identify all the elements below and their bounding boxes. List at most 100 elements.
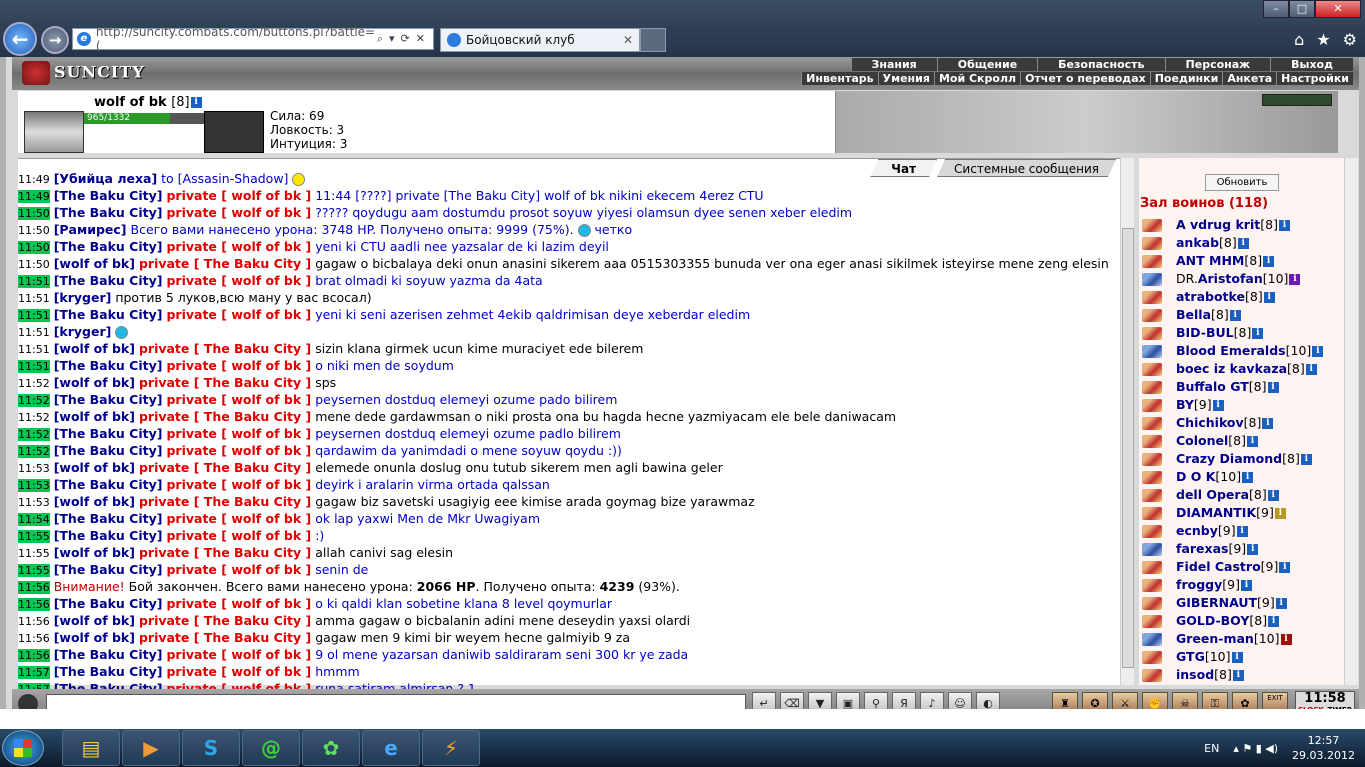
forward-button[interactable]: → [41, 26, 69, 54]
info-icon[interactable]: i [1247, 544, 1259, 555]
menu-personazh[interactable]: Персонаж [1164, 58, 1271, 71]
avatar[interactable] [24, 111, 84, 153]
info-icon[interactable]: i [1305, 364, 1317, 375]
private-target[interactable]: private [ wolf of bk ] [166, 188, 311, 203]
private-target[interactable]: private [ The Baku City ] [139, 494, 311, 509]
user-name[interactable]: Aristofan [1198, 271, 1263, 286]
tray-icons[interactable]: ▴ ⚑ ▮ ◀) [1233, 742, 1278, 755]
private-target[interactable]: private [ The Baku City ] [139, 630, 311, 645]
message-user[interactable]: [wolf of bk] [54, 256, 135, 271]
private-target[interactable]: private [ wolf of bk ] [166, 205, 311, 220]
message-user[interactable]: [wolf of bk] [54, 460, 135, 475]
private-target[interactable]: private [ wolf of bk ] [166, 307, 311, 322]
message-user[interactable]: [The Baku City] [54, 562, 163, 577]
user-name[interactable]: ankab [1176, 235, 1219, 250]
address-bar[interactable]: e http://suncity.combats.com/buttons.pl?… [72, 25, 434, 53]
user-name[interactable]: GTG [1176, 649, 1205, 664]
user-name[interactable]: boec iz kavkaza [1176, 361, 1287, 376]
info-icon[interactable]: i [1240, 580, 1252, 591]
message-user[interactable]: [The Baku City] [54, 511, 163, 526]
message-user[interactable]: [The Baku City] [54, 528, 163, 543]
message-user[interactable]: [kryger] [54, 324, 112, 339]
message-user[interactable]: [The Baku City] [54, 443, 163, 458]
user-name[interactable]: Colonel [1176, 433, 1228, 448]
private-target[interactable]: private [ wolf of bk ] [166, 664, 311, 679]
message-user[interactable]: [kryger] [54, 290, 112, 305]
info-icon[interactable]: i [1280, 634, 1292, 645]
private-target[interactable]: private [ wolf of bk ] [166, 477, 311, 492]
private-target[interactable]: private [ wolf of bk ] [166, 239, 311, 254]
back-button[interactable]: ← [3, 22, 37, 56]
message-user[interactable]: [The Baku City] [54, 477, 163, 492]
user-name[interactable]: GOLD-BOY [1176, 613, 1249, 628]
submenu-otchet[interactable]: Отчет о переводах [1020, 72, 1150, 85]
internet-explorer-icon[interactable]: e [362, 730, 420, 766]
user-name[interactable]: dell Opera [1176, 487, 1249, 502]
message-user[interactable]: [Рамирес] [54, 222, 127, 237]
submenu-inventar[interactable]: Инвентарь [801, 72, 877, 85]
message-user[interactable]: [Убийца леха] [54, 171, 158, 186]
user-name[interactable]: farexas [1176, 541, 1228, 556]
message-user[interactable]: [The Baku City] [54, 307, 163, 322]
user-name[interactable]: BID-BUL [1176, 325, 1234, 340]
private-target[interactable]: private [ wolf of bk ] [166, 358, 311, 373]
info-icon[interactable]: i [1268, 616, 1280, 627]
user-name[interactable]: ANT MHM [1176, 253, 1244, 268]
tools-gear-icon[interactable]: ⚙ [1343, 30, 1357, 49]
mail-agent-icon[interactable]: @ [242, 730, 300, 766]
info-icon[interactable]: i [1267, 490, 1279, 501]
message-user[interactable]: [The Baku City] [54, 426, 163, 441]
submenu-moy-skroll[interactable]: Мой Скролл [933, 72, 1020, 85]
message-user[interactable]: [The Baku City] [54, 647, 163, 662]
user-name[interactable]: froggy [1176, 577, 1222, 592]
submenu-poedinki[interactable]: Поединки [1149, 72, 1223, 85]
info-icon[interactable]: i [190, 97, 202, 108]
user-list-scrollbar[interactable] [1344, 158, 1358, 685]
user-name[interactable]: Buffalo GT [1176, 379, 1249, 394]
info-icon[interactable]: i [1242, 472, 1254, 483]
info-icon[interactable]: i [1274, 508, 1286, 519]
chat-scrollbar[interactable] [1120, 158, 1134, 685]
message-user[interactable]: [The Baku City] [54, 205, 163, 220]
favorites-icon[interactable]: ★ [1316, 30, 1330, 49]
private-target[interactable]: private [ wolf of bk ] [166, 562, 311, 577]
private-target[interactable]: private [ wolf of bk ] [166, 511, 311, 526]
winamp-icon[interactable]: ⚡ [422, 730, 480, 766]
message-user[interactable]: [The Baku City] [54, 392, 163, 407]
private-target[interactable]: private [ The Baku City ] [139, 256, 311, 271]
tab-close-icon[interactable]: ✕ [623, 33, 633, 47]
browser-tab[interactable]: Бойцовский клуб ✕ [440, 28, 640, 52]
menu-bezopasnost[interactable]: Безопасность [1037, 58, 1164, 71]
address-controls[interactable]: ⌕▾⟳✕ [377, 32, 433, 46]
info-icon[interactable]: i [1312, 346, 1324, 357]
message-user[interactable]: [The Baku City] [54, 239, 163, 254]
message-user[interactable]: [wolf of bk] [54, 545, 135, 560]
info-icon[interactable]: i [1262, 418, 1274, 429]
user-name[interactable]: A vdrug krit [1176, 217, 1260, 232]
menu-znaniya[interactable]: Знания [850, 58, 937, 71]
private-target[interactable]: private [ wolf of bk ] [166, 273, 311, 288]
message-user[interactable]: [The Baku City] [54, 664, 163, 679]
message-user[interactable]: [The Baku City] [54, 596, 163, 611]
private-target[interactable]: private [ wolf of bk ] [166, 528, 311, 543]
user-name[interactable]: Bella [1176, 307, 1211, 322]
submenu-nastroyki[interactable]: Настройки [1276, 72, 1353, 85]
user-name[interactable]: D O K [1176, 469, 1215, 484]
user-name[interactable]: atrabotke [1176, 289, 1245, 304]
info-icon[interactable]: i [1263, 256, 1275, 267]
private-target[interactable]: private [ wolf of bk ] [166, 443, 311, 458]
user-name[interactable]: Green-man [1176, 631, 1254, 646]
info-icon[interactable]: i [1247, 436, 1259, 447]
message-user[interactable]: [wolf of bk] [54, 613, 135, 628]
language-indicator[interactable]: EN [1204, 742, 1219, 755]
user-name[interactable]: ecnby [1176, 523, 1218, 538]
menu-vyhod[interactable]: Выход [1270, 58, 1353, 71]
user-name[interactable]: Blood Emeralds [1176, 343, 1286, 358]
user-name[interactable]: GIBERNAUT [1176, 595, 1257, 610]
tab-system-messages[interactable]: Системные сообщения [937, 159, 1116, 177]
private-target[interactable]: private [ wolf of bk ] [166, 647, 311, 662]
icq-icon[interactable]: ✿ [302, 730, 360, 766]
private-target[interactable]: private [ The Baku City ] [139, 460, 311, 475]
info-icon[interactable]: i [1275, 598, 1287, 609]
message-user[interactable]: [The Baku City] [54, 273, 163, 288]
